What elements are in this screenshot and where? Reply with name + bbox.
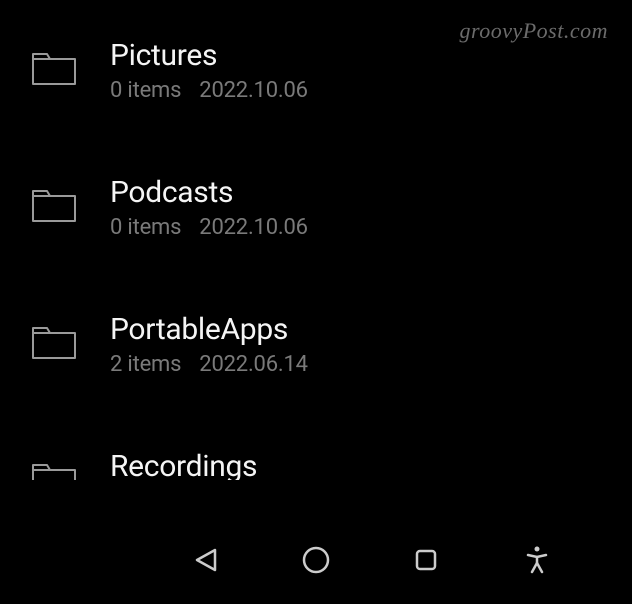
folder-text: PortableApps 2 items 2022.06.14	[110, 312, 308, 377]
navigation-bar	[0, 516, 632, 604]
folder-item-count: 2 items	[110, 352, 181, 377]
folder-text: Podcasts 0 items 2022.10.06	[110, 175, 308, 240]
folder-name: Podcasts	[110, 175, 308, 211]
home-button[interactable]	[286, 530, 346, 590]
folder-meta: 0 items 2022.10.06	[110, 215, 308, 240]
folder-icon	[30, 48, 78, 88]
folder-meta: 2 items 2022.06.14	[110, 352, 308, 377]
folder-item-portableapps[interactable]: PortableApps 2 items 2022.06.14	[30, 294, 632, 395]
folder-text: Pictures 0 items 2022.10.06	[110, 38, 308, 103]
folder-date: 2022.10.06	[199, 215, 308, 240]
folder-name: Recordings	[110, 449, 308, 480]
folder-text: Recordings 0 items 2022.10.06	[110, 449, 308, 480]
folder-item-recordings[interactable]: Recordings 0 items 2022.10.06	[30, 431, 632, 480]
recent-apps-button[interactable]	[396, 530, 456, 590]
folder-name: PortableApps	[110, 312, 308, 348]
folder-icon	[30, 459, 78, 480]
folder-icon	[30, 185, 78, 225]
accessibility-button[interactable]	[507, 530, 567, 590]
folder-date: 2022.10.06	[199, 78, 308, 103]
watermark-text: groovyPost.com	[459, 18, 608, 44]
back-button[interactable]	[176, 530, 236, 590]
folder-meta: 0 items 2022.10.06	[110, 78, 308, 103]
folder-icon	[30, 322, 78, 362]
folder-name: Pictures	[110, 38, 308, 74]
folder-item-podcasts[interactable]: Podcasts 0 items 2022.10.06	[30, 157, 632, 258]
folder-list: Pictures 0 items 2022.10.06 Podcasts 0 i…	[0, 0, 632, 480]
folder-date: 2022.06.14	[199, 352, 308, 377]
folder-item-count: 0 items	[110, 215, 181, 240]
folder-item-count: 0 items	[110, 78, 181, 103]
